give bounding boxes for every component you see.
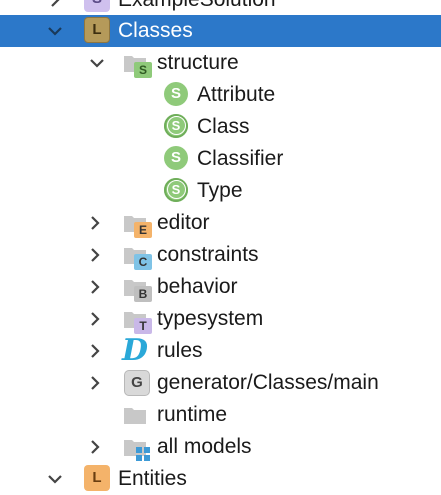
tree-row-concept[interactable]: S Type — [0, 175, 441, 207]
tree-label: typesystem — [157, 307, 264, 330]
all-models-icon — [124, 436, 156, 461]
folder-icon — [124, 404, 156, 428]
chevron-right-icon[interactable] — [86, 278, 104, 296]
tree-row-typesystem[interactable]: T typesystem — [0, 303, 441, 335]
chevron-down-icon[interactable] — [46, 22, 64, 40]
concept-icon: S — [164, 82, 188, 106]
chevron-right-icon[interactable] — [86, 246, 104, 264]
tree-label: Class — [197, 115, 250, 138]
rules-icon: D — [122, 333, 149, 368]
chevron-down-icon[interactable] — [88, 54, 106, 72]
tree-row-classes[interactable]: L Classes — [0, 15, 441, 47]
language-icon: L — [84, 465, 110, 491]
concept-icon: S — [164, 178, 188, 202]
tree-label: Classes — [118, 19, 193, 42]
chevron-right-icon[interactable] — [46, 0, 64, 9]
tree-label: rules — [157, 339, 203, 362]
folder-constraints-icon: C — [124, 244, 156, 270]
tree-row-concept[interactable]: S Class — [0, 111, 441, 143]
folder-structure-icon: S — [124, 52, 156, 78]
tree-label: Attribute — [197, 83, 276, 106]
concept-icon: S — [164, 146, 188, 170]
tree-row-rules[interactable]: D rules — [0, 335, 441, 367]
folder-typesystem-icon: T — [124, 308, 156, 334]
chevron-down-icon[interactable] — [46, 470, 64, 488]
tree-row-entities[interactable]: L Entities — [0, 463, 441, 495]
tree-label: generator/Classes/main — [157, 371, 379, 394]
tree-label: runtime — [157, 403, 228, 426]
generator-icon: G — [124, 370, 150, 396]
tree-label: editor — [157, 211, 210, 234]
chevron-right-icon[interactable] — [86, 214, 104, 232]
chevron-right-icon[interactable] — [86, 438, 104, 456]
tree-row-behavior[interactable]: B behavior — [0, 271, 441, 303]
tree-row-concept[interactable]: S Attribute — [0, 79, 441, 111]
concept-icon: S — [164, 114, 188, 138]
chevron-right-icon[interactable] — [86, 342, 104, 360]
folder-behavior-icon: B — [124, 276, 156, 302]
tree-row-structure[interactable]: S structure — [0, 47, 441, 79]
solution-icon: S — [84, 0, 110, 12]
tree-label: constraints — [157, 243, 259, 266]
tree-label: structure — [157, 51, 239, 74]
tree-label: Type — [197, 179, 243, 202]
tree-row-constraints[interactable]: C constraints — [0, 239, 441, 271]
language-icon: L — [84, 17, 110, 43]
tree-row-all-models[interactable]: all models — [0, 431, 441, 463]
chevron-right-icon[interactable] — [86, 310, 104, 328]
tree-row-generator[interactable]: G generator/Classes/main — [0, 367, 441, 399]
tree-label: all models — [157, 435, 252, 458]
tree-label: behavior — [157, 275, 238, 298]
tree-label: ExampleSolution — [118, 0, 276, 12]
chevron-right-icon[interactable] — [86, 374, 104, 392]
tree-row-concept[interactable]: S Classifier — [0, 143, 441, 175]
folder-editor-icon: E — [124, 212, 156, 238]
tree-label: Classifier — [197, 147, 284, 170]
tree-label: Entities — [118, 467, 187, 490]
tree-row-examplesolution[interactable]: S ExampleSolution — [0, 0, 441, 16]
tree-row-editor[interactable]: E editor — [0, 207, 441, 239]
tree-row-runtime[interactable]: runtime — [0, 399, 441, 431]
